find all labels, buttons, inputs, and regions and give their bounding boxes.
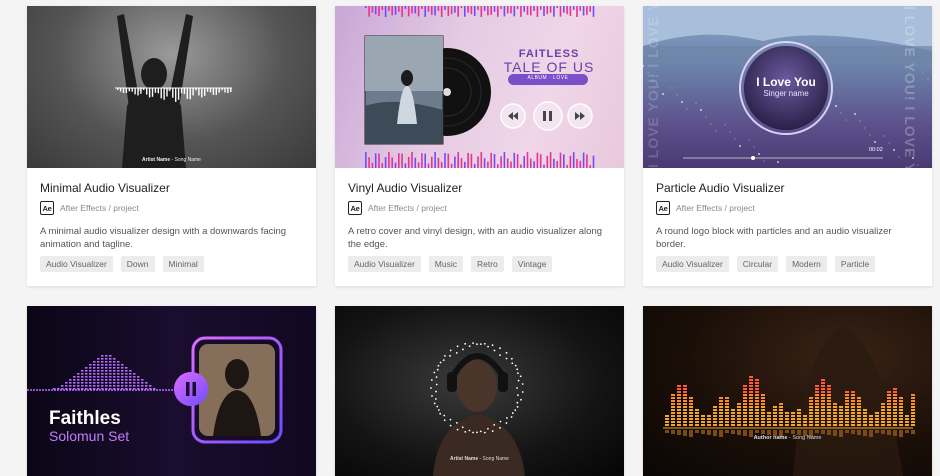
thumbnail-side-text-left: I LOVE YOU! I LOVE YOU! — [645, 6, 661, 168]
thumbnail-time: 00:02 — [869, 147, 883, 153]
play-pause-icon — [186, 382, 190, 396]
card-description: A minimal audio visualizer design with a… — [40, 226, 287, 250]
tag[interactable]: Down — [120, 256, 155, 272]
thumbnail-faithles[interactable]: Faithles Solomun Set — [27, 306, 316, 476]
thumbnail-pill: ALBUM · LOVE — [527, 75, 569, 81]
tag[interactable]: Audio Visualizer — [656, 256, 729, 272]
thumbnail-headphones[interactable]: Artist Name - Song Name — [335, 306, 624, 476]
after-effects-icon: Ae — [348, 201, 362, 215]
project-card-faithles[interactable]: Faithles Solomun Set — [27, 306, 316, 476]
card-meta: After Effects / project — [676, 203, 755, 213]
thumbnail-art — [430, 342, 525, 476]
tag[interactable]: Circular — [736, 256, 779, 272]
thumbnail-side-text: I LOVE YOU! I LOVE YOU! — [902, 6, 918, 168]
thumbnail-art — [663, 326, 915, 476]
tag-list: Audio Visualizer Down Minimal — [40, 256, 303, 272]
tag[interactable]: Vintage — [511, 256, 553, 272]
thumbnail-art — [115, 14, 232, 168]
card-meta: After Effects / project — [368, 203, 447, 213]
after-effects-icon: Ae — [40, 201, 54, 215]
tag[interactable]: Retro — [471, 256, 504, 272]
thumbnail-caption: Artist Name - Song Name — [142, 157, 201, 163]
project-card-headphones[interactable]: Artist Name - Song Name — [335, 306, 624, 476]
project-card-minimal[interactable]: Artist Name - Song Name Minimal Audio Vi… — [27, 6, 316, 286]
card-title[interactable]: Vinyl Audio Visualizer — [348, 181, 611, 195]
tag[interactable]: Particle — [834, 256, 876, 272]
project-card-equalizer[interactable]: Author name - Song Name — [643, 306, 932, 476]
card-description: A retro cover and vinyl design, with an … — [348, 226, 603, 250]
card-title[interactable]: Particle Audio Visualizer — [656, 181, 919, 195]
thumbnail-particle[interactable]: I Love You Singer name 00:02 I LOVE YOU!… — [643, 6, 932, 168]
tag[interactable]: Minimal — [162, 256, 204, 272]
tag[interactable]: Music — [428, 256, 463, 272]
card-description: A round logo block with particles and an… — [656, 226, 892, 250]
thumbnail-heading: I Love You — [756, 75, 816, 89]
tag[interactable]: Audio Visualizer — [348, 256, 421, 272]
thumbnail-line2: TALE OF US — [503, 59, 595, 75]
tag-list: Audio Visualizer Music Retro Vintage — [348, 256, 611, 272]
thumbnail-caption: Artist Name - Song Name — [450, 456, 509, 462]
project-card-particle[interactable]: I Love You Singer name 00:02 I LOVE YOU!… — [643, 6, 932, 286]
card-title[interactable]: Minimal Audio Visualizer — [40, 181, 303, 195]
thumbnail-line1: Faithles — [49, 408, 121, 429]
thumbnail-caption: Author name - Song Name — [753, 435, 822, 441]
project-card-vinyl[interactable]: FAITLESS TALE OF US ALBUM · LOVE Vinyl A… — [335, 6, 624, 286]
tag-list: Audio Visualizer Circular Modern Particl… — [656, 256, 919, 272]
thumbnail-equalizer[interactable]: Author name - Song Name — [643, 306, 932, 476]
thumbnail-sub: Singer name — [763, 89, 809, 98]
after-effects-icon: Ae — [656, 201, 670, 215]
card-meta: After Effects / project — [60, 203, 139, 213]
tag[interactable]: Modern — [786, 256, 827, 272]
thumbnail-minimal[interactable]: Artist Name - Song Name — [27, 6, 316, 168]
thumbnail-art — [364, 6, 595, 168]
thumbnail-art — [27, 336, 283, 444]
tag[interactable]: Audio Visualizer — [40, 256, 113, 272]
thumbnail-vinyl[interactable]: FAITLESS TALE OF US ALBUM · LOVE — [335, 6, 624, 168]
thumbnail-line2: Solomun Set — [49, 428, 130, 444]
